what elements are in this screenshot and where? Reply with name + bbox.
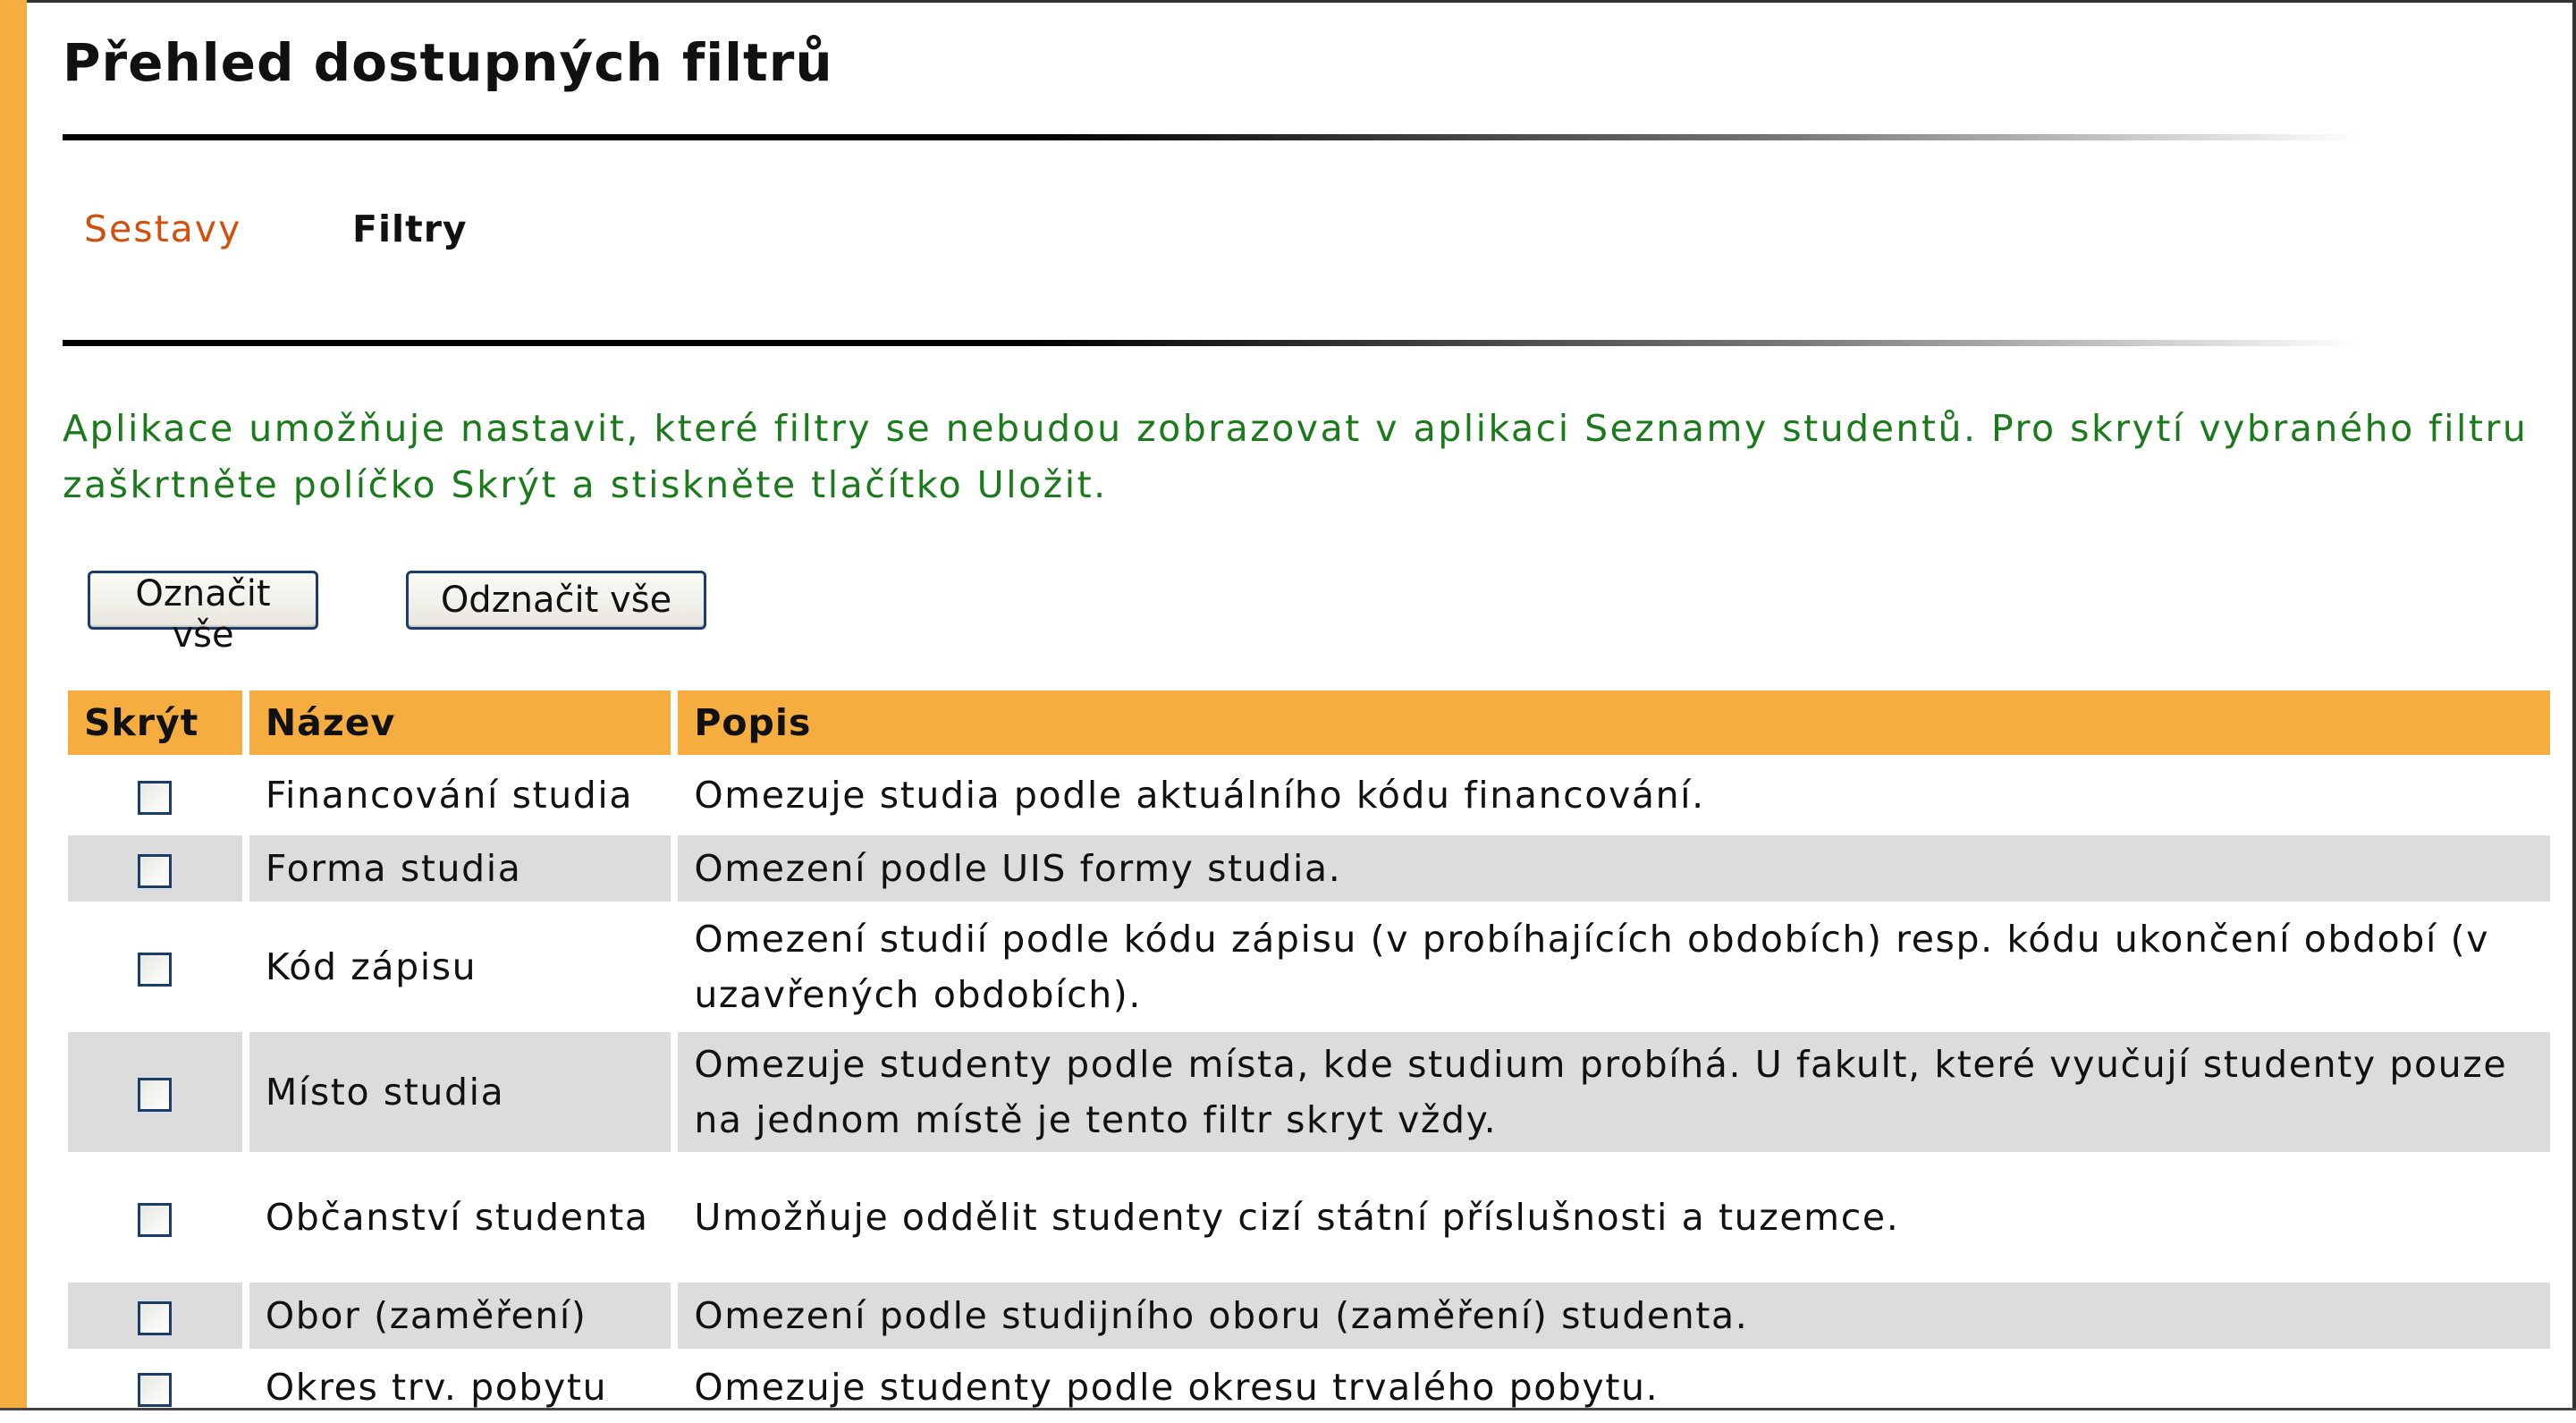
table-row: Obor (zaměření) Omezení podle studijního… xyxy=(68,1277,2550,1349)
filter-description: Omezuje studenty podle místa, kde studiu… xyxy=(678,1027,2550,1152)
window-right-border xyxy=(2572,0,2576,1423)
table-row: Financování studia Omezuje studia podle … xyxy=(68,755,2550,830)
filter-name: Občanství studenta xyxy=(249,1152,671,1277)
hide-checkbox[interactable] xyxy=(138,781,173,815)
filter-name: Kód zápisu xyxy=(249,902,671,1027)
info-line-1: Aplikace umožňuje nastavit, které filtry… xyxy=(63,407,2529,450)
tab-sestavy[interactable]: Sestavy xyxy=(84,208,241,250)
hide-checkbox[interactable] xyxy=(138,1373,173,1407)
filter-name: Místo studia xyxy=(249,1027,671,1152)
window-top-border xyxy=(0,0,2576,3)
hide-checkbox[interactable] xyxy=(138,953,173,987)
hide-cell xyxy=(68,1027,242,1152)
filter-name: Obor (zaměření) xyxy=(249,1277,671,1349)
hide-checkbox[interactable] xyxy=(138,1203,173,1237)
filter-description: Omezení podle UIS formy studia. xyxy=(678,830,2550,902)
tab-filtry: Filtry xyxy=(352,208,468,250)
filter-name: Financování studia xyxy=(249,755,671,830)
info-text: Aplikace umožňuje nastavit, které filtry… xyxy=(63,401,2557,513)
header-name: Název xyxy=(249,690,671,755)
filter-description: Omezuje studia podle aktuálního kódu fin… xyxy=(678,755,2550,830)
info-line-2: zaškrtněte políčko Skrýt a stiskněte tla… xyxy=(63,463,1108,506)
header-description: Popis xyxy=(678,690,2550,755)
table-row: Místo studia Omezuje studenty podle míst… xyxy=(68,1027,2550,1152)
hide-checkbox[interactable] xyxy=(138,854,173,888)
filter-name: Forma studia xyxy=(249,830,671,902)
filter-description: Umožňuje oddělit studenty cizí státní př… xyxy=(678,1152,2550,1277)
hide-cell xyxy=(68,1152,242,1277)
filter-description: Omezení podle studijního oboru (zaměření… xyxy=(678,1277,2550,1349)
hide-cell xyxy=(68,902,242,1027)
hide-checkbox[interactable] xyxy=(138,1301,173,1335)
select-all-button[interactable]: Označit vše xyxy=(88,571,318,656)
table-header-row: Skrýt Název Popis xyxy=(68,690,2550,755)
torn-edge xyxy=(0,1408,2576,1423)
tab-bar: Sestavy Filtry xyxy=(84,208,467,250)
hide-cell xyxy=(68,830,242,902)
left-accent-bar xyxy=(0,0,27,1423)
filter-description: Omezení studií podle kódu zápisu (v prob… xyxy=(678,902,2550,1027)
table-row: Občanství studenta Umožňuje oddělit stud… xyxy=(68,1152,2550,1277)
hide-cell xyxy=(68,1277,242,1349)
header-hide: Skrýt xyxy=(68,690,242,755)
table-row: Kód zápisu Omezení studií podle kódu záp… xyxy=(68,902,2550,1027)
page-title: Přehled dostupných filtrů xyxy=(63,32,833,93)
filters-table: Skrýt Název Popis Financování studia Ome… xyxy=(61,690,2557,1420)
hide-checkbox[interactable] xyxy=(138,1078,173,1112)
deselect-all-button[interactable]: Odznačit vše xyxy=(406,571,706,630)
hide-cell xyxy=(68,755,242,830)
title-divider xyxy=(63,134,2361,140)
tabs-divider xyxy=(63,340,2361,346)
table-row: Forma studia Omezení podle UIS formy stu… xyxy=(68,830,2550,902)
